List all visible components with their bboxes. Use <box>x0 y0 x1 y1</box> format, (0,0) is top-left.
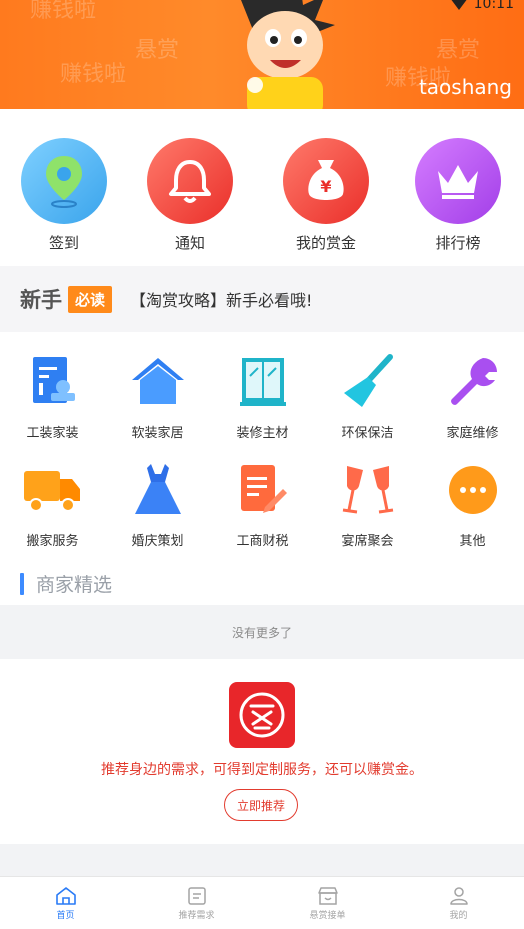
no-more-text: 没有更多了 <box>0 605 524 659</box>
service-label: 工商财税 <box>236 534 289 549</box>
quick-label: 通知 <box>174 234 205 252</box>
service-item[interactable]: 软装家居 <box>105 350 210 441</box>
home-icon <box>55 886 76 905</box>
nav-label: 推荐需求 <box>178 910 215 921</box>
service-label: 软装家居 <box>131 426 184 441</box>
crown-icon <box>415 138 501 224</box>
notice-tag: 必读 <box>68 285 113 313</box>
nav-label: 悬赏接单 <box>309 910 346 921</box>
banner-watermark: 赚钱啦 <box>30 0 97 23</box>
cheers-glasses-icon <box>336 458 400 522</box>
quick-label: 签到 <box>48 234 79 252</box>
section-accent-bar <box>20 572 24 595</box>
service-item[interactable]: 搬家服务 <box>0 458 105 549</box>
promo-text: 推荐身边的需求，可得到定制服务，还可以赚赏金。 <box>101 762 423 778</box>
service-item[interactable]: 工商财税 <box>210 458 315 549</box>
quick-bounty[interactable]: ¥ 我的赏金 <box>276 138 376 253</box>
nav-label: 我的 <box>449 910 468 921</box>
user-icon <box>449 886 468 905</box>
quick-actions: 签到 通知 ¥ 我的赏金 排行榜 <box>0 128 524 264</box>
nav-recommend[interactable]: 推荐需求 <box>131 877 262 929</box>
app-logo <box>229 682 295 748</box>
service-grid: 工装家装 软装家居 装修主材 环保保洁 家庭维修 搬家服务 婚庆策划 工商财税 … <box>0 340 524 560</box>
money-bag-icon: ¥ <box>283 138 369 224</box>
svg-text:¥: ¥ <box>320 177 331 196</box>
service-label: 宴席聚会 <box>341 534 394 549</box>
service-item[interactable]: 其他 <box>420 458 524 549</box>
quick-ranking[interactable]: 排行榜 <box>408 138 508 253</box>
banner-watermark: 悬赏 <box>135 38 180 63</box>
nav-bounty[interactable]: 悬赏接单 <box>262 877 393 929</box>
service-item[interactable]: 家庭维修 <box>420 350 524 441</box>
service-item[interactable]: 婚庆策划 <box>105 458 210 549</box>
service-label: 家庭维修 <box>446 426 499 441</box>
notice-title: 新手 <box>20 288 62 312</box>
status-time: 10:11 <box>473 0 514 12</box>
cabinet-icon <box>231 350 295 414</box>
service-item[interactable]: 装修主材 <box>210 350 315 441</box>
mascot-illustration <box>241 0 335 109</box>
nav-home[interactable]: 首页 <box>0 877 131 929</box>
form-pen-icon <box>231 458 295 522</box>
document-stamp-icon <box>21 350 85 414</box>
bell-icon <box>147 138 233 224</box>
wifi-icon <box>449 0 468 10</box>
section-header: 商家精选 <box>20 570 112 597</box>
service-label: 搬家服务 <box>26 534 79 549</box>
broom-icon <box>336 350 400 414</box>
spacer <box>0 844 524 876</box>
quick-label: 排行榜 <box>435 234 481 252</box>
notice-message[interactable]: 【淘赏攻略】新手必看哦! <box>130 287 312 311</box>
quick-notify[interactable]: 通知 <box>140 138 240 253</box>
service-label: 工装家装 <box>26 426 79 441</box>
wrench-icon <box>441 350 505 414</box>
dress-icon <box>126 458 190 522</box>
location-pin-icon <box>21 138 107 224</box>
status-bar: 10:11 <box>449 0 514 12</box>
service-label: 婚庆策划 <box>131 534 184 549</box>
banner-watermark: 赚钱啦 <box>60 62 127 87</box>
nav-label: 首页 <box>56 910 75 921</box>
section-title: 商家精选 <box>36 574 113 596</box>
quick-checkin[interactable]: 签到 <box>14 138 114 253</box>
service-label: 其他 <box>459 534 486 549</box>
service-label: 装修主材 <box>236 426 289 441</box>
house-icon <box>126 350 190 414</box>
recommend-button[interactable]: 立即推荐 <box>224 789 298 821</box>
nav-mine[interactable]: 我的 <box>393 877 524 929</box>
quick-label: 我的赏金 <box>295 234 356 252</box>
truck-icon <box>21 458 85 522</box>
list-icon <box>187 886 206 905</box>
bottom-nav: 首页 推荐需求 悬赏接单 我的 <box>0 876 524 929</box>
service-label: 环保保洁 <box>341 426 394 441</box>
recommend-promo: 推荐身边的需求，可得到定制服务，还可以赚赏金。 立即推荐 <box>0 659 524 844</box>
top-banner[interactable]: 赚钱啦 悬赏 赚钱啦 悬赏 赚钱啦 10:11 taoshang <box>0 0 524 109</box>
more-dots-icon <box>441 458 505 522</box>
newbie-notice[interactable]: 新手 必读 【淘赏攻略】新手必看哦! <box>0 266 524 332</box>
shop-icon <box>317 886 338 905</box>
service-item[interactable]: 宴席聚会 <box>315 458 420 549</box>
banner-brand: taoshang <box>418 75 512 99</box>
service-item[interactable]: 环保保洁 <box>315 350 420 441</box>
service-item[interactable]: 工装家装 <box>0 350 105 441</box>
